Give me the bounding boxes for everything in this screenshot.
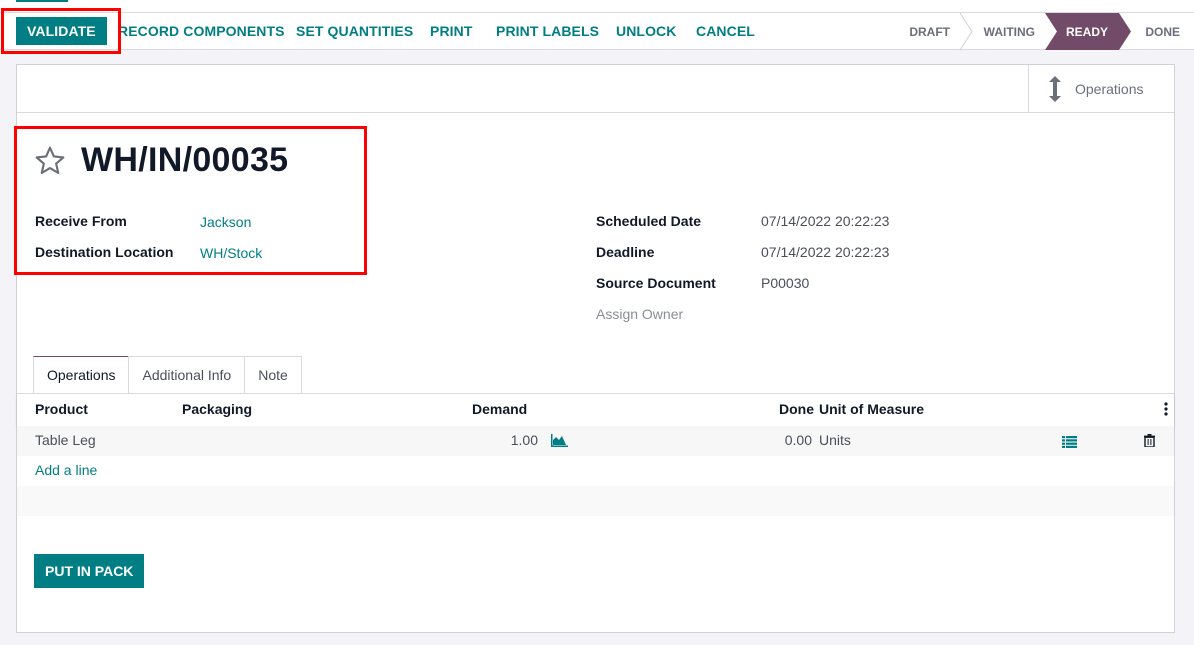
cell-product[interactable]: Table Leg <box>35 432 96 448</box>
unlock-button[interactable]: UNLOCK <box>616 17 676 45</box>
star-outline-icon[interactable] <box>33 145 67 177</box>
put-in-pack-button[interactable]: PUT IN PACK <box>34 554 145 588</box>
deadline-label: Deadline <box>596 244 655 260</box>
validate-button[interactable]: VALIDATE <box>16 17 107 45</box>
col-product[interactable]: Product <box>35 401 88 417</box>
notebook-tabs: Operations Additional Info Note <box>33 356 302 393</box>
operations-smart-button[interactable]: Operations <box>1028 65 1174 113</box>
scheduled-date-value[interactable]: 07/14/2022 20:22:23 <box>761 213 889 229</box>
operations-label: Operations <box>1075 81 1144 97</box>
col-packaging[interactable]: Packaging <box>182 401 252 417</box>
deadline-value[interactable]: 07/14/2022 20:22:23 <box>761 244 889 260</box>
print-button[interactable]: PRINT <box>430 17 473 45</box>
empty-row <box>17 486 1174 516</box>
stage-draft[interactable]: DRAFT <box>909 13 950 50</box>
vertical-arrows-icon <box>1049 76 1061 102</box>
tab-note[interactable]: Note <box>244 356 302 393</box>
button-box: Operations <box>17 65 1174 113</box>
forecast-chart-icon[interactable] <box>551 434 568 450</box>
receive-from-value[interactable]: Jackson <box>200 214 251 230</box>
stage-waiting[interactable]: WAITING <box>984 13 1035 50</box>
column-options-icon[interactable] <box>1164 402 1168 419</box>
top-accent-bar <box>16 0 68 2</box>
cell-uom[interactable]: Units <box>819 432 851 448</box>
destination-location-value[interactable]: WH/Stock <box>200 245 262 261</box>
print-labels-button[interactable]: PRINT LABELS <box>496 17 599 45</box>
form-sheet: Operations WH/IN/00035 Receive From Jack… <box>16 64 1175 633</box>
col-done[interactable]: Done <box>779 401 814 417</box>
col-unit-of-measure[interactable]: Unit of Measure <box>819 401 924 417</box>
stage-ready[interactable]: READY <box>1066 13 1108 50</box>
tab-additional-info[interactable]: Additional Info <box>128 356 246 393</box>
tab-operations[interactable]: Operations <box>33 356 130 393</box>
record-components-button[interactable]: RECORD COMPONENTS <box>118 17 285 45</box>
cell-demand[interactable]: 1.00 <box>508 432 538 448</box>
cancel-button[interactable]: CANCEL <box>696 17 755 45</box>
scheduled-date-label: Scheduled Date <box>596 213 702 229</box>
source-document-value[interactable]: P00030 <box>761 275 809 291</box>
stage-done[interactable]: DONE <box>1145 13 1180 50</box>
top-strip <box>0 0 1194 12</box>
destination-location-label: Destination Location <box>35 244 174 260</box>
stage-separator <box>959 13 973 50</box>
cell-done[interactable]: 0.00 <box>777 432 812 448</box>
details-list-icon[interactable] <box>1062 435 1077 451</box>
table-header: Product Packaging Demand Done Unit of Me… <box>17 394 1174 426</box>
col-demand[interactable]: Demand <box>472 401 527 417</box>
set-quantities-button[interactable]: SET QUANTITIES <box>296 17 413 45</box>
add-a-line-link[interactable]: Add a line <box>35 462 97 478</box>
source-document-label: Source Document <box>596 275 716 291</box>
table-row[interactable]: Table Leg 1.00 0.00 Units <box>17 426 1174 456</box>
receive-from-label: Receive From <box>35 213 127 229</box>
title-row: WH/IN/00035 <box>33 141 288 180</box>
statusbar: VALIDATE RECORD COMPONENTS SET QUANTITIE… <box>0 12 1194 50</box>
trash-icon[interactable] <box>1144 434 1155 450</box>
add-line-row: Add a line <box>17 456 1174 486</box>
record-title: WH/IN/00035 <box>81 141 289 179</box>
assign-owner-label: Assign Owner <box>596 306 684 322</box>
